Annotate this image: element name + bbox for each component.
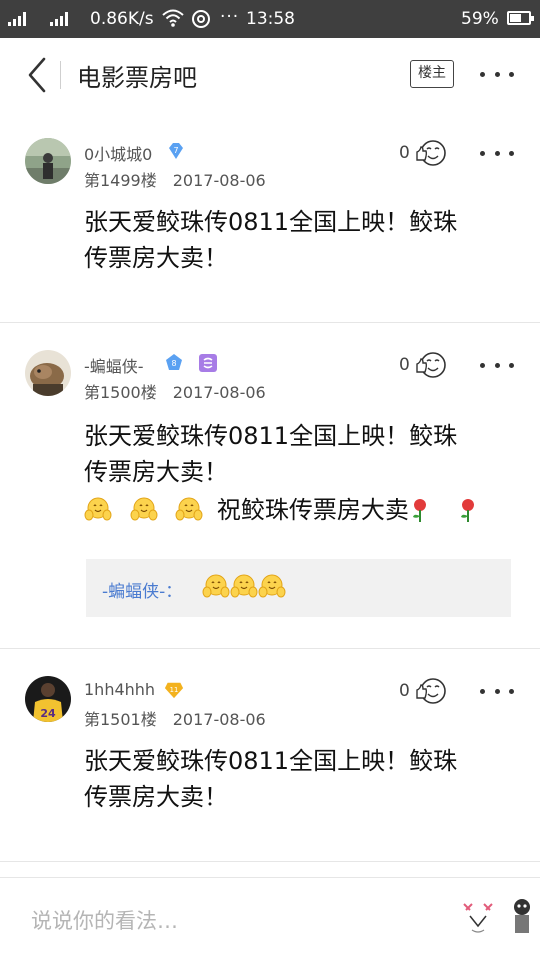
post-content: 张天爱鲛珠传0811全国上映！鲛珠 传票房大卖！: [84, 743, 514, 815]
avatar[interactable]: [25, 350, 71, 396]
svg-text:7: 7: [173, 146, 178, 155]
post-text-line: 张天爱鲛珠传0811全国上映！鲛珠: [84, 208, 458, 236]
post-text-line: 传票房大卖！: [84, 783, 228, 811]
hug-emoji-icon: [175, 497, 203, 521]
post-content: 张天爱鲛珠传0811全国上映！鲛珠 传票房大卖！: [84, 204, 514, 276]
floor-number: 第1501楼: [84, 710, 157, 729]
diamond-level-icon: 8: [166, 354, 182, 370]
post-text-line: 张天爱鲛珠传0811全国上映！鲛珠: [84, 747, 458, 775]
status-bar: 0.86K/s ··· 13:58 59%: [0, 0, 540, 38]
like-count: 0: [399, 143, 410, 163]
sticker-icon[interactable]: [510, 896, 534, 936]
rose-icon: [460, 499, 474, 522]
post-floor-1501: 24 1hh4hhh 11 第1501楼 2017-08-06 0 张天爱鲛珠传0…: [0, 649, 540, 861]
rose-icon: [412, 499, 426, 522]
sub-reply-box[interactable]: -蝙蝠侠-：: [86, 559, 511, 617]
diamond-level-icon: 11: [164, 682, 184, 699]
post-more-icon[interactable]: [480, 686, 514, 696]
diamond-level-icon: 7: [169, 143, 183, 159]
floor-info: 第1499楼 2017-08-06: [84, 167, 266, 191]
page-title[interactable]: 电影票房吧: [77, 58, 197, 93]
post-content: 张天爱鲛珠传0811全国上映！鲛珠 传票房大卖！ 祝鲛珠传票房大卖: [84, 418, 514, 528]
post-more-icon[interactable]: [480, 360, 514, 370]
cell-signal-2-icon: [50, 12, 68, 26]
username[interactable]: 1hh4hhh: [84, 680, 155, 699]
cell-signal-icon: [8, 12, 26, 26]
wish-text: 祝鲛珠传票房大卖: [216, 496, 409, 524]
svg-text:24: 24: [40, 707, 56, 720]
clock: 13:58: [246, 9, 295, 29]
hug-emoji-icon: [202, 574, 230, 598]
thumb-up-face-icon[interactable]: [414, 350, 448, 380]
reply-username[interactable]: -蝙蝠侠-：: [102, 577, 182, 602]
post-date: 2017-08-06: [172, 171, 266, 190]
hug-emoji-icon: [230, 574, 258, 598]
post-text-line: 传票房大卖！: [84, 458, 228, 486]
nav-bar: 电影票房吧 楼主: [0, 38, 540, 112]
post-text-line: 张天爱鲛珠传0811全国上映！鲛珠: [84, 422, 458, 450]
svg-text:11: 11: [170, 686, 179, 694]
post-text-line: 传票房大卖！: [84, 244, 228, 272]
floor-info: 第1500楼 2017-08-06: [84, 379, 266, 403]
sticker-icon[interactable]: [458, 896, 498, 936]
post-floor-1499: 0小城城0 7 第1499楼 2017-08-06 0 张天爱鲛珠传0811全国上…: [0, 112, 540, 322]
battery-icon: [507, 11, 534, 25]
avatar[interactable]: 24: [25, 676, 71, 722]
battery-level-fill: [510, 14, 521, 22]
avatar[interactable]: [25, 138, 71, 184]
post-date: 2017-08-06: [172, 710, 266, 729]
comment-input[interactable]: 说说你的看法…: [31, 905, 178, 935]
nav-divider: [60, 61, 61, 89]
hug-emoji-icon: [258, 574, 286, 598]
post-text-line-with-emoji: 祝鲛珠传票房大卖: [84, 492, 514, 528]
wifi-icon: [162, 9, 184, 27]
thumb-up-face-icon[interactable]: [414, 676, 448, 706]
divider: [0, 861, 540, 862]
member-badge-icon: [199, 354, 217, 372]
thumb-up-face-icon[interactable]: [414, 138, 448, 168]
like-count: 0: [399, 355, 410, 375]
more-options-icon[interactable]: [480, 69, 514, 79]
hug-emoji-icon: [130, 497, 158, 521]
post-date: 2017-08-06: [172, 383, 266, 402]
network-speed: 0.86K/s: [90, 9, 154, 29]
reply-emoji-group: [202, 573, 286, 599]
floor-number: 第1499楼: [84, 171, 157, 190]
battery-percent: 59%: [461, 9, 499, 29]
like-count: 0: [399, 681, 410, 701]
floor-info: 第1501楼 2017-08-06: [84, 706, 266, 730]
svg-text:8: 8: [171, 359, 176, 368]
notification-dots-icon: ···: [220, 7, 240, 27]
floor-number: 第1500楼: [84, 383, 157, 402]
owner-only-button[interactable]: 楼主: [410, 60, 454, 88]
comment-bar-divider: [0, 877, 540, 878]
hug-emoji-icon: [84, 497, 112, 521]
post-floor-1500: -蝙蝠侠- 8 第1500楼 2017-08-06 0 张天爱鲛珠传0811全国上…: [0, 323, 540, 648]
back-arrow-icon[interactable]: [24, 56, 54, 94]
sync-icon: [192, 10, 210, 28]
username[interactable]: -蝙蝠侠-: [84, 353, 144, 377]
post-more-icon[interactable]: [480, 148, 514, 158]
username[interactable]: 0小城城0: [84, 141, 152, 165]
